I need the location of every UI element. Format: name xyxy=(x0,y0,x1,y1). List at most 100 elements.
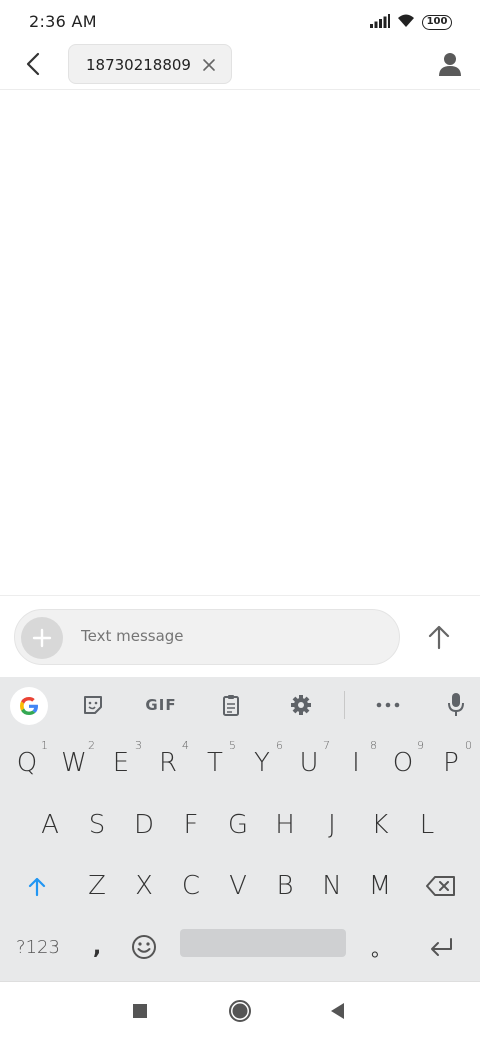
key-x[interactable]: X xyxy=(121,858,167,914)
key-v[interactable]: V xyxy=(215,858,261,914)
home-circle-icon xyxy=(229,1000,251,1022)
backspace-key[interactable] xyxy=(418,858,464,914)
voice-input-button[interactable] xyxy=(442,689,470,721)
status-icons: 100 xyxy=(370,13,452,32)
recent-apps-button[interactable] xyxy=(128,999,152,1023)
key-hint: 7 xyxy=(323,739,330,752)
key-label: O xyxy=(392,748,414,778)
contact-button[interactable] xyxy=(436,50,464,78)
contact-person-icon xyxy=(439,53,461,76)
key-label: R xyxy=(158,748,178,778)
settings-gear-icon xyxy=(291,695,311,715)
key-k[interactable]: K xyxy=(357,797,403,853)
key-e[interactable]: E3 xyxy=(98,735,144,791)
period-key[interactable]: 。 xyxy=(358,919,404,975)
key-hint: 9 xyxy=(417,739,424,752)
compose-bar xyxy=(0,595,480,677)
status-bar: 2:36 AM 100 xyxy=(0,0,480,42)
enter-key[interactable] xyxy=(418,919,464,975)
emoji-key[interactable] xyxy=(121,919,167,975)
keyboard-toolbar: GIF xyxy=(0,677,480,733)
google-button[interactable] xyxy=(10,687,48,725)
key-label: T xyxy=(207,748,223,778)
key-g[interactable]: G xyxy=(215,797,261,853)
key-t[interactable]: T5 xyxy=(192,735,238,791)
key-hint: 2 xyxy=(88,739,95,752)
system-navigation-bar xyxy=(0,981,480,1040)
key-b[interactable]: B xyxy=(262,858,308,914)
key-hint: 1 xyxy=(41,739,48,752)
key-f[interactable]: F xyxy=(168,797,214,853)
status-time: 2:36 AM xyxy=(29,12,97,31)
wifi-icon xyxy=(396,13,416,32)
key-hint: 3 xyxy=(135,739,142,752)
comma-key[interactable]: , xyxy=(74,919,120,975)
more-dots-icon xyxy=(376,702,400,708)
key-h[interactable]: H xyxy=(262,797,308,853)
key-label: Y xyxy=(254,748,270,778)
more-options-button[interactable] xyxy=(372,689,404,721)
add-attachment-button[interactable] xyxy=(21,617,63,659)
back-button[interactable] xyxy=(20,50,48,78)
clipboard-button[interactable] xyxy=(216,689,246,721)
key-r[interactable]: R4 xyxy=(145,735,191,791)
key-c[interactable]: C xyxy=(168,858,214,914)
close-icon xyxy=(203,59,215,71)
keyboard-settings-button[interactable] xyxy=(286,689,316,721)
sticker-icon xyxy=(84,696,102,714)
key-label: P xyxy=(443,748,459,778)
space-key[interactable] xyxy=(180,929,346,957)
key-s[interactable]: S xyxy=(74,797,120,853)
recipient-chip[interactable]: 18730218809 xyxy=(68,44,232,84)
key-hint: 6 xyxy=(276,739,283,752)
conversation-header: 18730218809 xyxy=(0,42,480,90)
key-l[interactable]: L xyxy=(404,797,450,853)
keyboard: G I F Q 1 W 2 E 3 R 4 T 5 Y 6 U 7 I 8 O 9 … xyxy=(0,677,480,981)
key-hint: 4 xyxy=(182,739,189,752)
add-icon xyxy=(32,628,52,648)
recipient-number: 18730218809 xyxy=(86,56,191,74)
key-q[interactable]: Q1 xyxy=(4,735,50,791)
key-j[interactable]: J xyxy=(309,797,355,853)
key-n[interactable]: N xyxy=(309,858,355,914)
key-z[interactable]: Z xyxy=(74,858,120,914)
key-row-4: ?123 , 。 xyxy=(0,919,480,979)
back-triangle-icon xyxy=(331,1003,344,1019)
nav-back-button[interactable] xyxy=(326,999,350,1023)
key-u[interactable]: U7 xyxy=(286,735,332,791)
enter-return-icon xyxy=(431,938,452,956)
emoji-smiley-icon xyxy=(132,935,156,959)
send-arrow-icon xyxy=(428,625,450,650)
sticker-button[interactable] xyxy=(78,689,108,721)
symbols-key[interactable]: ?123 xyxy=(10,919,66,975)
battery-icon: 100 xyxy=(422,15,452,30)
key-hint: 8 xyxy=(370,739,377,752)
microphone-icon xyxy=(448,693,464,716)
gif-button[interactable]: GIF xyxy=(140,689,182,721)
key-hint: 0 xyxy=(465,739,472,752)
key-w[interactable]: W2 xyxy=(51,735,97,791)
key-row-2: A S D F G H J K L xyxy=(0,797,480,857)
shift-arrow-icon xyxy=(28,877,46,897)
battery-level: 100 xyxy=(426,16,448,27)
text-message-input[interactable] xyxy=(81,627,361,645)
home-button[interactable] xyxy=(228,999,252,1023)
key-label: E xyxy=(112,748,130,778)
key-o[interactable]: O9 xyxy=(380,735,426,791)
key-y[interactable]: Y6 xyxy=(239,735,285,791)
key-p[interactable]: P0 xyxy=(428,735,474,791)
key-i[interactable]: I8 xyxy=(333,735,379,791)
shift-key[interactable] xyxy=(14,858,60,914)
key-row-3: Z X C V B N M xyxy=(0,858,480,918)
send-button[interactable] xyxy=(424,622,454,652)
signal-icon xyxy=(370,13,390,32)
key-row-1: Q1 W2 E3 R4 T5 Y6 U7 I8 O9 P0 xyxy=(0,735,480,795)
compose-field xyxy=(14,609,400,665)
key-a[interactable]: A xyxy=(27,797,73,853)
key-hint: 5 xyxy=(229,739,236,752)
key-m[interactable]: M xyxy=(357,858,403,914)
key-label: I xyxy=(352,748,360,778)
remove-recipient-button[interactable] xyxy=(202,57,216,71)
message-list xyxy=(0,91,480,595)
key-d[interactable]: D xyxy=(121,797,167,853)
